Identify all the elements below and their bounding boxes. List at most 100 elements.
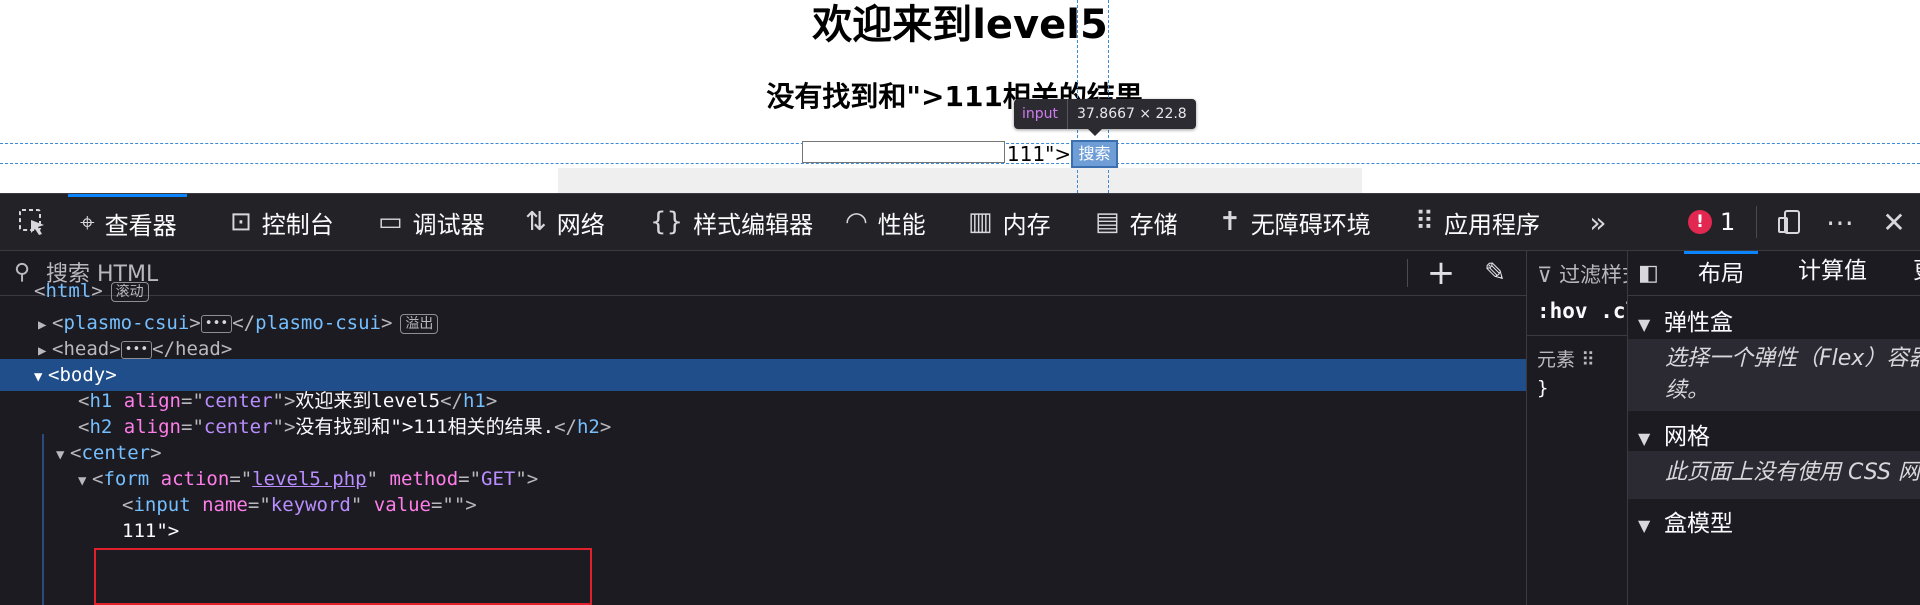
tag-name: h1	[462, 390, 486, 412]
responsive-design-icon[interactable]	[1770, 194, 1810, 250]
console-icon: ⊡	[230, 207, 252, 237]
flexbox-description: 选择一个弹性（Flex）容器或项目以继续。	[1665, 346, 1920, 403]
boxmodel-title: 盒模型	[1664, 511, 1733, 537]
sidebar-tabs: ◧ 布局 计算值 更改	[1628, 251, 1920, 296]
flexbox-section-header[interactable]: ▼ 弹性盒	[1628, 303, 1920, 337]
attr-value: GET	[481, 468, 516, 490]
tab-debugger[interactable]: ▭ 调试器	[378, 194, 485, 250]
tag-name: body	[59, 364, 106, 386]
grid-section-header[interactable]: ▼ 网格	[1628, 417, 1920, 451]
grid-description: 此页面上没有使用 CSS 网格	[1665, 460, 1920, 485]
attr-name: value	[373, 494, 431, 516]
tab-memory[interactable]: ▥ 内存	[968, 194, 1051, 250]
attr-value: center	[203, 390, 273, 412]
text-node: 欢迎来到level5	[295, 390, 441, 412]
close-icon[interactable]: ✕	[1874, 194, 1914, 250]
tab-console[interactable]: ⊡ 控制台	[230, 194, 334, 250]
tab-changes[interactable]: 更改	[1913, 251, 1920, 295]
collapsed-ellipsis[interactable]: •••	[200, 314, 233, 333]
tab-network-label: 网络	[556, 210, 605, 239]
boxmodel-section-header[interactable]: ▼ 盒模型	[1628, 504, 1920, 538]
application-icon: ⠿	[1415, 207, 1435, 237]
toggle-sidebar-icon[interactable]: ◧	[1638, 261, 1659, 286]
tab-memory-label: 内存	[1002, 210, 1051, 239]
tag-name: form	[103, 468, 150, 490]
keyword-input[interactable]	[802, 141, 1005, 163]
tab-layout[interactable]: 布局	[1684, 251, 1758, 295]
tab-inspector[interactable]: ⌖ 查看器	[68, 194, 187, 250]
attr-name: name	[202, 494, 248, 516]
tab-performance-label: 性能	[877, 210, 926, 239]
tooltip-dimensions: 37.8667 × 22.8	[1077, 106, 1187, 122]
accessibility-icon: ✝	[1219, 207, 1241, 237]
collapse-icon: ▼	[1638, 429, 1651, 448]
error-count: 1	[1720, 208, 1736, 236]
attr-name: method	[389, 468, 459, 490]
devtools: ⌖ 查看器 ⊡ 控制台 ▭ 调试器 ⇅ 网络 {} 样式编辑器 ◠ 性能 ▥ 内存 ▤ 存储 ✝…	[0, 193, 1920, 605]
tab-application[interactable]: ⠿ 应用程序	[1415, 194, 1540, 250]
tab-network[interactable]: ⇅ 网络	[525, 194, 605, 250]
grid-title: 网格	[1664, 424, 1710, 450]
collapsed-ellipsis[interactable]: •••	[120, 340, 153, 359]
tab-debugger-label: 调试器	[412, 210, 485, 239]
page-viewport: 欢迎来到level5 没有找到和">111相关的结果. 111"> 搜索 inp…	[0, 0, 1920, 193]
attr-name: action	[160, 468, 230, 490]
attr-value: center	[203, 416, 273, 438]
layout-sidebar: ◧ 布局 计算值 更改 ▼ 弹性盒 选择一个弹性（Flex）容器或项目以继续。 ▼…	[1627, 251, 1920, 605]
red-highlight-box	[94, 548, 592, 605]
tag-name: center	[81, 442, 151, 464]
element-rule: 元素 ⠿	[1537, 345, 1595, 372]
tab-style-editor-label: 样式编辑器	[693, 210, 814, 239]
attr-value-link[interactable]: level5.php	[252, 468, 366, 490]
flexbox-title: 弹性盒	[1664, 310, 1733, 336]
hov-toggle[interactable]: :hov	[1537, 299, 1588, 323]
tab-storage-label: 存储	[1129, 210, 1178, 239]
filter-styles[interactable]: ⊽ 过滤样式	[1537, 259, 1627, 289]
attr-value: keyword	[270, 494, 351, 516]
tab-accessibility[interactable]: ✝ 无障碍环境	[1219, 194, 1371, 250]
cls-toggle[interactable]: .cls	[1600, 299, 1627, 323]
guide-line-bottom	[0, 163, 1920, 164]
element-label: 元素	[1537, 349, 1576, 371]
tag-name: head	[175, 338, 221, 360]
tooltip-arrow	[1088, 129, 1102, 136]
filter-label: 过滤样式	[1559, 263, 1627, 287]
network-icon: ⇅	[525, 207, 547, 237]
grid-dots-icon[interactable]: ⠿	[1581, 349, 1595, 371]
rule-close-brace: }	[1537, 377, 1549, 399]
tab-performance[interactable]: ◠ 性能	[845, 194, 926, 250]
more-tools-chevron-icon[interactable]: »	[1578, 194, 1618, 250]
tag-name: h2	[576, 416, 600, 438]
attr-name: align	[123, 390, 181, 412]
pick-element-icon[interactable]	[12, 194, 52, 250]
collapse-icon: ▼	[1638, 315, 1651, 334]
collapse-icon: ▼	[1638, 516, 1651, 535]
inspector-icon: ⌖	[80, 208, 95, 238]
highlighter-tooltip: input 37.8667 × 22.8	[1014, 99, 1196, 129]
attr-name: align	[123, 416, 181, 438]
tab-inspector-label: 查看器	[104, 212, 177, 240]
tab-computed[interactable]: 计算值	[1798, 251, 1867, 295]
tooltip-tag: input	[1014, 99, 1069, 129]
error-count-badge[interactable]: ! 1	[1688, 194, 1735, 250]
tab-style-editor[interactable]: {} 样式编辑器	[650, 194, 813, 250]
search-submit-button[interactable]: 搜索	[1071, 140, 1118, 168]
tag-name: html	[45, 280, 92, 302]
storage-icon: ▤	[1095, 207, 1120, 237]
toolbar-separator	[1756, 206, 1757, 238]
text-node: 111">	[122, 520, 180, 542]
tag-name: plasmo-csui	[63, 312, 190, 334]
tag-name: input	[133, 494, 191, 516]
scroll-badge[interactable]: 滚动	[110, 281, 149, 302]
rules-panel: ⊽ 过滤样式 :hov .cls 元素 ⠿ }	[1526, 251, 1627, 605]
tag-name: plasmo-csui	[255, 312, 381, 334]
injected-text: 111">	[1007, 142, 1072, 166]
text-node: 没有找到和">111相关的结果.	[295, 416, 555, 438]
page-result-heading: 没有找到和">111相关的结果.	[766, 80, 1154, 113]
tree-row-html[interactable]: <html> 滚动	[0, 275, 1526, 307]
overflow-badge[interactable]: 溢出	[400, 313, 439, 334]
tree-row-text[interactable]: 111">	[0, 515, 1526, 547]
tab-storage[interactable]: ▤ 存储	[1095, 194, 1178, 250]
devtools-toolbar: ⌖ 查看器 ⊡ 控制台 ▭ 调试器 ⇅ 网络 {} 样式编辑器 ◠ 性能 ▥ 内存 ▤ 存储 ✝…	[0, 193, 1920, 251]
more-options-icon[interactable]: ⋯	[1820, 194, 1860, 250]
